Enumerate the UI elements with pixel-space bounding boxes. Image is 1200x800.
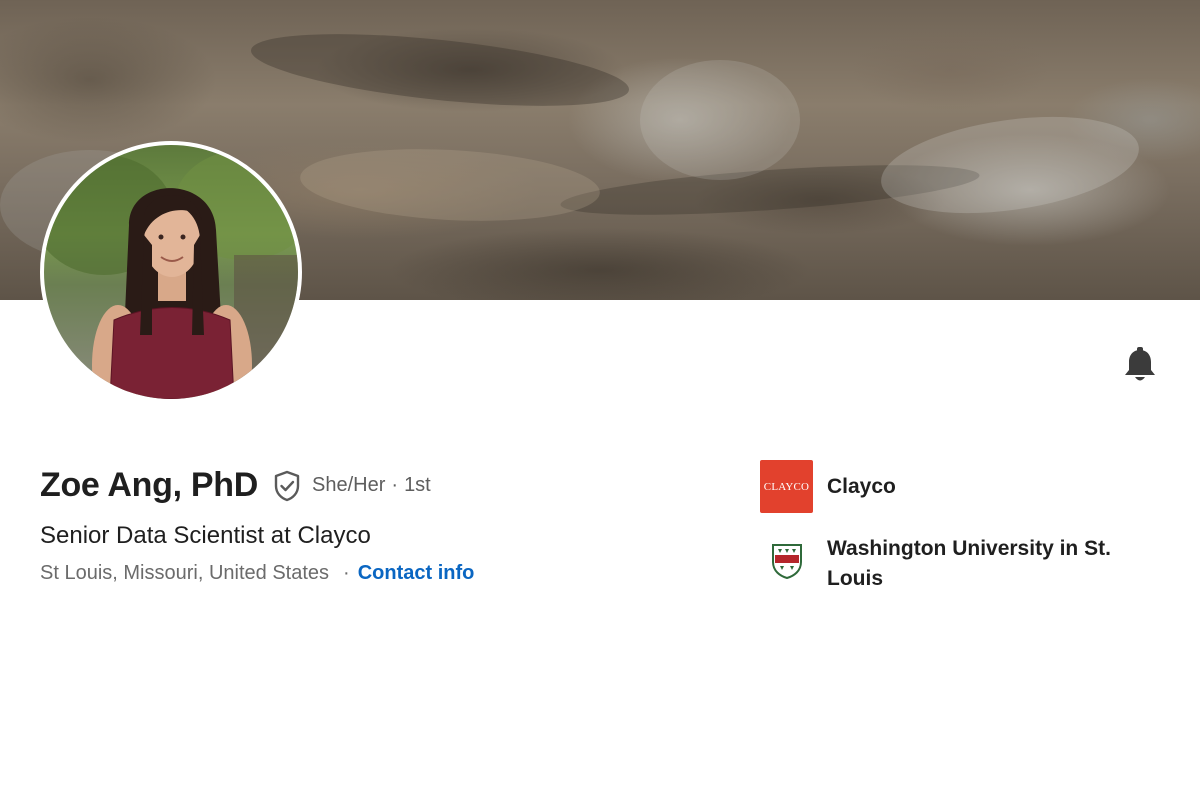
org-name: Clayco (827, 475, 896, 498)
clayco-logo: CLAYCO (760, 460, 813, 513)
separator-dot: · (343, 562, 350, 584)
clayco-logo-text: CLAYCO (763, 480, 810, 493)
org-name: Washington University in St. Louis (827, 537, 1111, 590)
bell-icon[interactable] (1120, 346, 1160, 386)
separator-dot: · (391, 474, 399, 496)
location-row: St Louis, Missouri, United States · Cont… (40, 562, 474, 585)
cover-rock-texture (875, 102, 1145, 228)
shield-check-icon[interactable] (270, 469, 304, 503)
profile-headline: Senior Data Scientist at Clayco (40, 522, 371, 549)
contact-info-link[interactable]: Contact info (358, 562, 475, 585)
org-item-clayco[interactable]: CLAYCO Clayco (760, 460, 896, 513)
profile-name: Zoe Ang, PhD (40, 466, 259, 504)
cover-rock-texture (640, 60, 800, 180)
name-row: Zoe Ang, PhD She/Her · 1st (40, 466, 431, 505)
avatar-portrait (44, 150, 298, 399)
connection-degree: 1st (404, 474, 431, 496)
wustl-shield-logo (760, 534, 813, 587)
profile-avatar[interactable] (40, 141, 302, 403)
org-item-wustl[interactable]: Washington University in St. Louis (760, 534, 1167, 594)
profile-page: Zoe Ang, PhD She/Her · 1st Senior Data S… (0, 0, 1200, 800)
profile-location: St Louis, Missouri, United States (40, 562, 330, 584)
cover-rock-texture (247, 20, 633, 120)
cover-rock-texture (298, 142, 602, 228)
pronouns: She/Her (312, 474, 386, 496)
